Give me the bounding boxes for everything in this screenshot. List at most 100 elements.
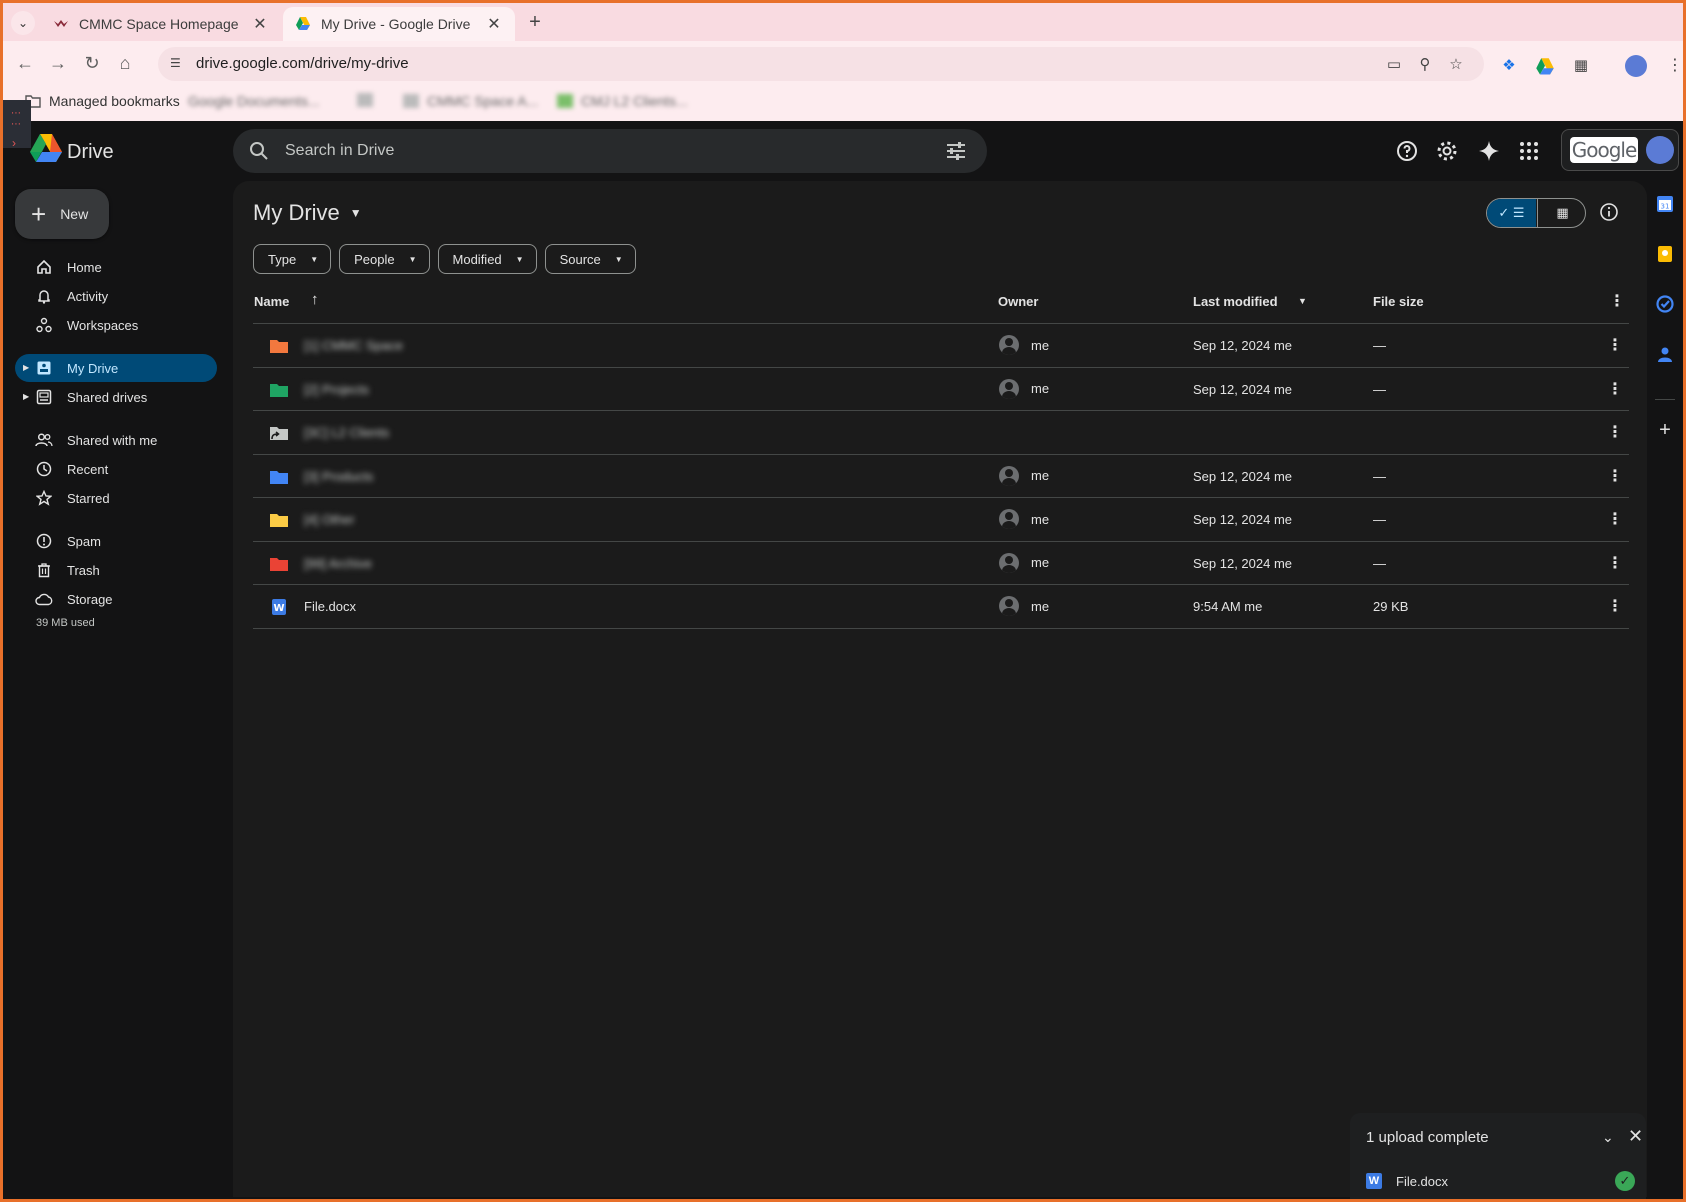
file-name[interactable]: [1] CMMC Space <box>304 338 403 353</box>
table-row[interactable]: [2] Projects me Sep 12, 2024 me — ⋮ <box>253 368 1629 411</box>
reload-icon[interactable]: ↻ <box>80 51 104 75</box>
new-tab-button[interactable]: + <box>523 11 547 34</box>
bookmark-item[interactable]: CMJ L2 Clients... <box>557 93 688 109</box>
bookmark-star-icon[interactable]: ☆ <box>1446 55 1466 75</box>
owner-name: me <box>1031 555 1050 570</box>
keep-icon[interactable] <box>1656 245 1674 263</box>
bookmark-item[interactable] <box>357 93 381 107</box>
google-apps-icon[interactable] <box>1517 139 1541 163</box>
forward-icon[interactable]: → <box>46 51 70 75</box>
add-plus-icon[interactable]: + <box>1656 420 1674 440</box>
drive-logo-text[interactable]: Drive <box>67 141 114 164</box>
home-icon[interactable]: ⌂ <box>113 51 137 75</box>
tab-search-button[interactable]: ⌄ <box>11 11 35 35</box>
expand-arrow-icon[interactable]: ▶ <box>23 363 29 372</box>
more-actions-icon[interactable]: ⋮ <box>1605 466 1625 486</box>
shared-drives-icon <box>35 388 53 406</box>
install-app-icon[interactable]: ▭ <box>1384 55 1404 75</box>
file-name[interactable]: File.docx <box>304 599 356 614</box>
site-info-icon[interactable]: ☰ <box>170 56 186 72</box>
filter-type[interactable]: Type ▼ <box>253 244 332 274</box>
close-icon[interactable]: ✕ <box>485 14 503 34</box>
search-icon[interactable] <box>249 141 269 161</box>
column-name[interactable]: Name <box>254 294 289 309</box>
back-icon[interactable]: ← <box>13 51 37 75</box>
grid-view-button[interactable]: ▦ <box>1537 199 1585 227</box>
bookmark-item[interactable]: CMMC Space A... <box>403 93 538 109</box>
filter-people[interactable]: People ▼ <box>339 244 430 274</box>
contacts-icon[interactable] <box>1656 345 1674 363</box>
sidebar-item-spam[interactable]: Spam <box>15 527 217 555</box>
avatar <box>999 509 1019 529</box>
file-name[interactable]: [4] Other <box>304 512 355 527</box>
extensions-puzzle-icon[interactable]: ▦ <box>1571 56 1591 76</box>
upload-file-item[interactable]: W File.docx <box>1366 1173 1448 1189</box>
close-icon[interactable]: ✕ <box>251 14 269 34</box>
browser-menu-icon[interactable]: ⋮ <box>1667 55 1683 75</box>
table-row[interactable]: [4] Other me Sep 12, 2024 me — ⋮ <box>253 498 1629 542</box>
file-name[interactable]: [3] Products <box>304 469 373 484</box>
file-name[interactable]: [99] Archive <box>304 556 372 571</box>
sidebar-item-storage[interactable]: Storage <box>15 585 217 613</box>
sidebar-item-trash[interactable]: Trash <box>15 556 217 584</box>
more-actions-icon[interactable]: ⋮ <box>1605 509 1625 529</box>
table-row[interactable]: [3] Products me Sep 12, 2024 me — ⋮ <box>253 455 1629 498</box>
info-icon[interactable] <box>1599 202 1619 222</box>
search-bar[interactable] <box>233 129 987 173</box>
extension-icon[interactable]: ❖ <box>1499 56 1519 76</box>
new-button[interactable]: + New <box>15 189 109 239</box>
file-name[interactable]: [3C] L2 Clients <box>304 425 389 440</box>
google-account-button[interactable]: Google <box>1561 129 1679 171</box>
tab-my-drive[interactable]: My Drive - Google Drive ✕ <box>283 7 515 41</box>
list-view-button[interactable]: ✓ ☰ <box>1487 199 1536 227</box>
zoom-icon[interactable]: ⚲ <box>1415 55 1435 75</box>
page-title[interactable]: My Drive ▼ <box>253 200 362 226</box>
sidebar-item-my-drive[interactable]: ▶ My Drive <box>15 354 217 382</box>
sidebar-item-recent[interactable]: Recent <box>15 455 217 483</box>
upload-file-name: File.docx <box>1396 1173 1449 1189</box>
caret-down-icon[interactable]: ▼ <box>1298 296 1307 306</box>
browser-profile-avatar[interactable] <box>1625 55 1647 77</box>
drive-extension-icon[interactable] <box>1535 57 1555 77</box>
managed-bookmarks[interactable]: Managed bookmarks <box>25 93 180 109</box>
calendar-icon[interactable]: 31 <box>1656 195 1674 213</box>
drive-logo-icon[interactable] <box>29 133 63 163</box>
table-row[interactable]: [1] CMMC Space me Sep 12, 2024 me — ⋮ <box>253 324 1629 368</box>
settings-gear-icon[interactable] <box>1435 139 1459 163</box>
close-icon[interactable]: ✕ <box>1628 1126 1643 1147</box>
help-icon[interactable] <box>1395 139 1419 163</box>
folder-icon <box>270 470 288 484</box>
search-input[interactable] <box>285 129 905 173</box>
my-drive-icon <box>35 359 53 377</box>
filter-modified[interactable]: Modified ▼ <box>437 244 537 274</box>
collapse-chevron-icon[interactable]: ⌄ <box>1602 1129 1614 1146</box>
more-actions-icon[interactable]: ⋮ <box>1605 553 1625 573</box>
column-options-icon[interactable]: ⋮ <box>1609 291 1625 311</box>
more-actions-icon[interactable]: ⋮ <box>1605 422 1625 442</box>
word-doc-icon: W <box>1366 1173 1382 1189</box>
tab-cmmc[interactable]: CMMC Space Homepage ✕ <box>41 7 281 41</box>
tasks-icon[interactable] <box>1656 295 1674 313</box>
sidebar-item-shared-with-me[interactable]: Shared with me <box>15 426 217 454</box>
expand-arrow-icon[interactable]: ▶ <box>23 392 29 401</box>
more-actions-icon[interactable]: ⋮ <box>1605 596 1625 616</box>
more-actions-icon[interactable]: ⋮ <box>1605 379 1625 399</box>
sidebar-item-starred[interactable]: Starred <box>15 484 217 512</box>
search-options-icon[interactable] <box>945 141 967 161</box>
home-icon <box>35 258 53 276</box>
sidebar-item-home[interactable]: Home <box>15 253 217 281</box>
table-row[interactable]: W File.docx me 9:54 AM me 29 KB ⋮ <box>253 585 1629 629</box>
table-row[interactable]: [99] Archive me Sep 12, 2024 me — ⋮ <box>253 542 1629 585</box>
sidebar-item-shared-drives[interactable]: ▶ Shared drives <box>15 383 217 411</box>
gemini-sparkle-icon[interactable] <box>1477 139 1501 163</box>
sidebar-item-activity[interactable]: Activity <box>15 282 217 310</box>
bookmark-item[interactable]: Google Documents... <box>188 93 320 109</box>
sort-arrow-up-icon[interactable]: ↑ <box>311 291 319 308</box>
filter-source[interactable]: Source ▼ <box>544 244 636 274</box>
sidebar-item-workspaces[interactable]: Workspaces <box>15 311 217 339</box>
table-row[interactable]: [3C] L2 Clients ⋮ <box>253 411 1629 455</box>
more-actions-icon[interactable]: ⋮ <box>1605 335 1625 355</box>
column-last-modified[interactable]: Last modified <box>1193 294 1278 309</box>
file-name[interactable]: [2] Projects <box>304 382 369 397</box>
address-bar[interactable]: ☰ drive.google.com/drive/my-drive ▭ ⚲ ☆ <box>158 47 1484 81</box>
